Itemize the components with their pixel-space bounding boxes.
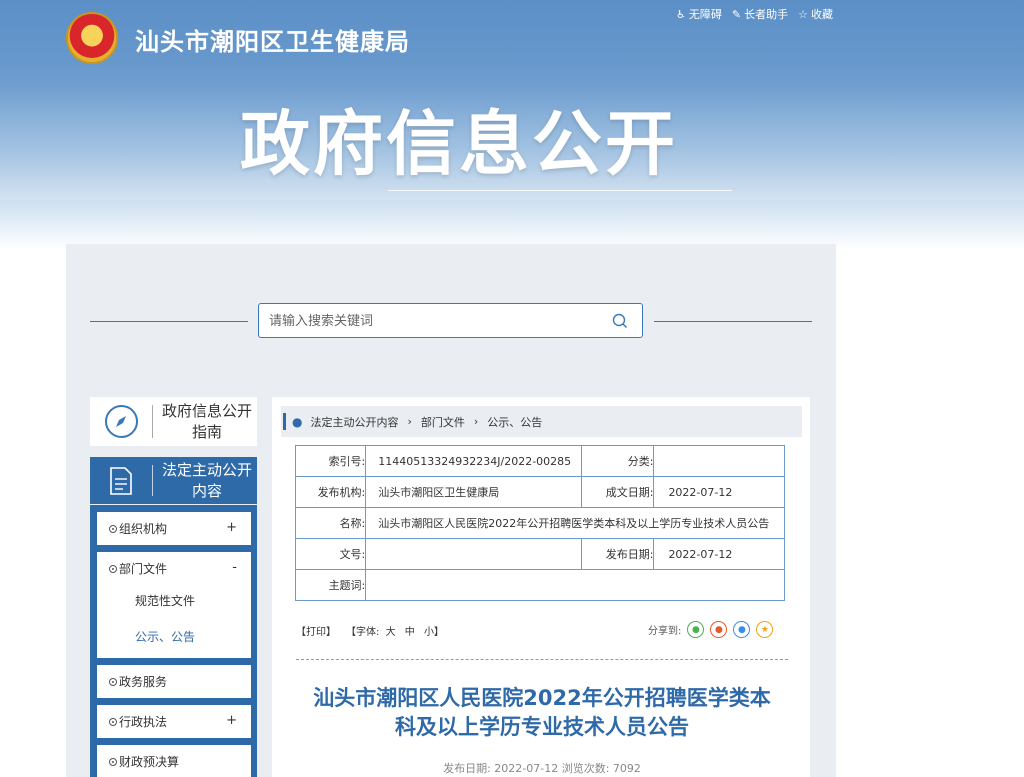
org-label: 发布机构:: [294, 476, 367, 508]
share-label: 分享到:: [648, 626, 682, 637]
font-size-label: 【字体:: [346, 627, 380, 638]
article-title-line: 科及以上学历专业技术人员公告: [395, 715, 689, 739]
bullet-icon: [109, 717, 117, 726]
table-row: 主题词:: [294, 569, 785, 601]
expand-icon[interactable]: +: [226, 713, 237, 728]
accessibility-label: 无障碍: [688, 8, 722, 21]
table-row: 文号: 发布日期: 2022-07-12: [294, 538, 785, 570]
weibo-icon[interactable]: ●: [710, 621, 728, 638]
name-label: 名称:: [294, 507, 367, 539]
elder-helper-link[interactable]: ✎ 长者助手: [732, 6, 788, 22]
accessibility-icon: ♿: [676, 7, 686, 21]
sidebar-guide-separator: [152, 405, 153, 438]
table-row: 索引号: 11440513324932234J/2022-00285 分类:: [294, 445, 785, 477]
print-button[interactable]: 【打印】: [296, 623, 336, 638]
divider: [296, 659, 788, 660]
sidebar-item-label: 政务服务: [119, 675, 168, 689]
search-divider-right: [654, 321, 812, 322]
metadata-table: 索引号: 11440513324932234J/2022-00285 分类: 发…: [294, 445, 785, 601]
collapse-icon[interactable]: -: [232, 560, 237, 575]
document-icon: [110, 467, 132, 495]
sidebar-guide-button[interactable]: 政府信息公开指南: [90, 397, 257, 446]
banner-title: 政府信息公开: [240, 103, 678, 185]
breadcrumb-item[interactable]: 法定主动公开内容: [310, 414, 398, 430]
table-row: 名称: 汕头市潮阳区人民医院2022年公开招聘医学类本科及以上学历专业技术人员公…: [294, 507, 785, 539]
chevron-right-icon: ›: [473, 415, 479, 428]
wechat-icon[interactable]: ●: [687, 621, 705, 638]
category-value: [653, 445, 785, 477]
sidebar-subitem-normative[interactable]: 规范性文件: [97, 585, 251, 617]
sidebar-active-section[interactable]: 法定主动公开内容: [90, 457, 257, 504]
breadcrumb-item[interactable]: 部门文件: [421, 414, 465, 430]
org-value: 汕头市潮阳区卫生健康局: [365, 476, 583, 508]
breadcrumb-accent-bar: [283, 413, 286, 430]
article-title: 汕头市潮阳区人民医院2022年公开招聘医学类本 科及以上学历专业技术人员公告: [296, 684, 788, 742]
published-date-value: 2022-07-12: [653, 538, 785, 570]
created-date-value: 2022-07-12: [653, 476, 785, 508]
published-date-label: 发布日期:: [581, 538, 655, 570]
sidebar-item-label: 组织机构: [119, 522, 168, 536]
sidebar-active-label: 法定主动公开内容: [162, 461, 253, 500]
font-medium-button[interactable]: 中: [405, 627, 415, 638]
national-emblem-icon: [66, 12, 118, 64]
elder-helper-label: 长者助手: [744, 8, 789, 21]
compass-icon: [105, 405, 138, 438]
site-title[interactable]: 汕头市潮阳区卫生健康局: [135, 22, 410, 57]
sidebar-guide-label: 政府信息公开指南: [162, 402, 253, 441]
qq-icon[interactable]: ●: [733, 621, 751, 638]
location-pin-icon: ●: [292, 414, 303, 429]
publish-info: 发布日期: 2022-07-12 浏览次数: 7092: [443, 762, 641, 775]
name-value: 汕头市潮阳区人民医院2022年公开招聘医学类本科及以上学历专业技术人员公告: [365, 507, 785, 539]
sidebar-item-label: 行政执法: [119, 715, 168, 729]
star-icon: ☆: [798, 7, 808, 21]
accessibility-link[interactable]: ♿ 无障碍: [676, 6, 722, 22]
sidebar-item-budget[interactable]: 财政预决算: [97, 745, 251, 777]
category-label: 分类:: [581, 445, 655, 477]
sidebar-item-dept-files[interactable]: 部门文件 - 规范性文件 公示、公告: [97, 552, 251, 658]
sidebar-item-label: 财政预决算: [119, 755, 180, 769]
subject-label: 主题词:: [294, 569, 367, 601]
table-row: 发布机构: 汕头市潮阳区卫生健康局 成文日期: 2022-07-12: [294, 476, 785, 508]
search-box: [258, 303, 643, 338]
sidebar-active-separator: [152, 465, 153, 496]
sidebar-item-law-enforcement[interactable]: 行政执法 +: [97, 705, 251, 738]
favorite-link[interactable]: ☆ 收藏: [798, 6, 833, 22]
share-bar: 分享到: ● ● ● ★: [648, 621, 774, 638]
index-value: 11440513324932234J/2022-00285: [365, 445, 583, 477]
bullet-icon: [109, 564, 117, 573]
created-date-label: 成文日期:: [581, 476, 655, 508]
search-icon[interactable]: [611, 312, 629, 330]
docno-label: 文号:: [294, 538, 367, 570]
index-label: 索引号:: [294, 445, 367, 477]
subject-value: [365, 569, 785, 601]
banner-divider: [388, 190, 732, 191]
sidebar-item-org[interactable]: 组织机构 +: [97, 512, 251, 545]
docno-value: [365, 538, 583, 570]
top-links: ♿ 无障碍 ✎ 长者助手 ☆ 收藏: [676, 6, 833, 22]
font-small-button[interactable]: 小】: [424, 627, 444, 638]
font-size-controls: 【字体: 大 中 小】: [346, 623, 447, 638]
bullet-icon: [109, 524, 117, 533]
search-input[interactable]: [269, 310, 599, 332]
sidebar-item-label: 部门文件: [119, 562, 168, 576]
elder-helper-icon: ✎: [731, 7, 742, 21]
article-tools: 【打印】 【字体: 大 中 小】: [296, 623, 447, 638]
bullet-icon: [109, 757, 117, 766]
font-large-button[interactable]: 大: [386, 627, 396, 638]
expand-icon[interactable]: +: [226, 520, 237, 535]
sidebar-item-gov-service[interactable]: 政务服务: [97, 665, 251, 698]
qzone-icon[interactable]: ★: [756, 621, 774, 638]
search-divider-left: [90, 321, 248, 322]
favorite-label: 收藏: [810, 8, 833, 21]
breadcrumb: ● 法定主动公开内容 › 部门文件 › 公示、公告: [281, 406, 802, 437]
sidebar-subitem-notices[interactable]: 公示、公告: [97, 617, 251, 657]
breadcrumb-item[interactable]: 公示、公告: [487, 414, 542, 430]
article-title-line: 汕头市潮阳区人民医院2022年公开招聘医学类本: [313, 686, 771, 710]
chevron-right-icon: ›: [407, 415, 412, 428]
bullet-icon: [109, 677, 117, 686]
